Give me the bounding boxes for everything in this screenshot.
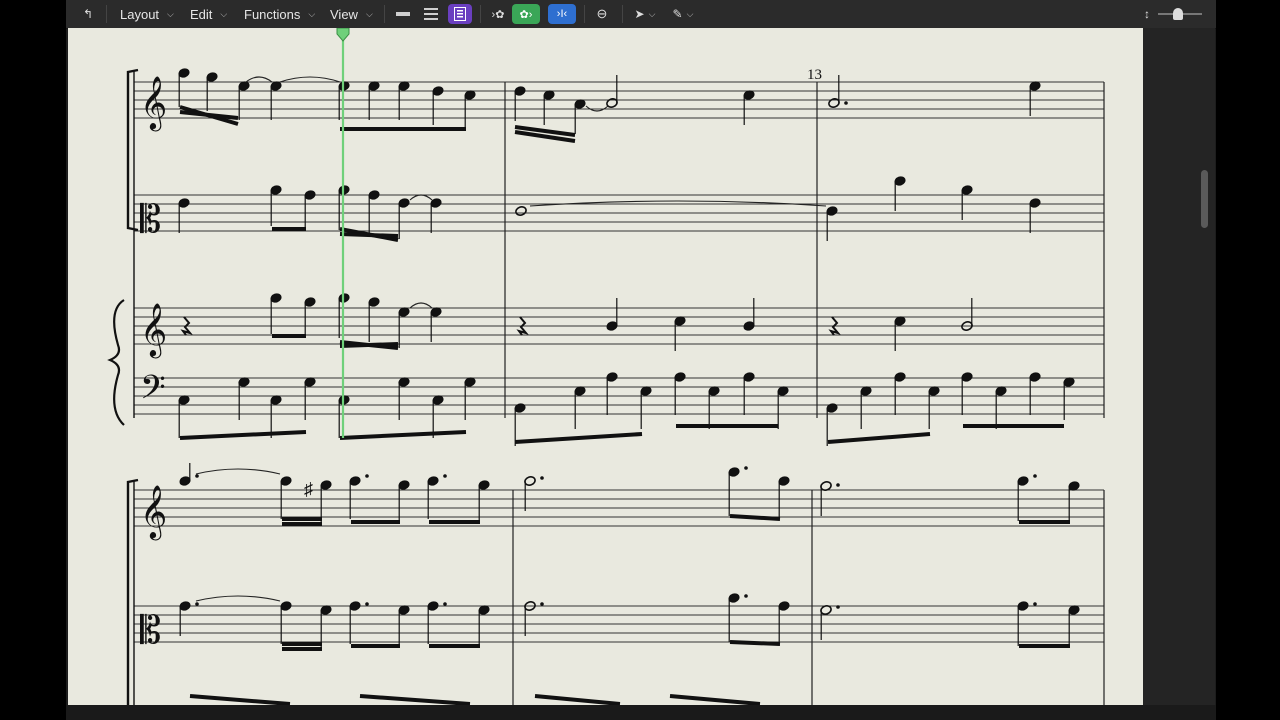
beam xyxy=(189,694,291,705)
toolbar-divider xyxy=(106,5,107,23)
colors-button[interactable]: ✿› xyxy=(512,4,540,24)
vertical-zoom-icon: ↕ xyxy=(1144,7,1150,21)
system-bracket xyxy=(126,68,139,232)
sharp-accidental: ♯ xyxy=(304,479,313,499)
augmentation-dot xyxy=(365,602,369,606)
measure-number-13: 13 xyxy=(807,67,822,83)
piano-brace xyxy=(107,299,125,426)
beam xyxy=(339,342,399,348)
bass-clef: 𝄢 xyxy=(140,369,166,414)
vertical-scrollbar[interactable] xyxy=(1201,170,1208,228)
zoom-slider-thumb[interactable] xyxy=(1173,8,1183,20)
arrow-up-left-icon: ↰ xyxy=(82,7,94,21)
chevron-down-icon: ⌵ xyxy=(686,8,694,19)
treble-clef: 𝄞 xyxy=(140,76,167,131)
midi-in-button[interactable]: ›✿ xyxy=(486,4,510,24)
toolbar-divider xyxy=(622,5,623,23)
treble-clef: 𝄞 xyxy=(140,303,167,358)
toolbar-divider xyxy=(584,5,585,23)
view-menu[interactable]: View ⌵ xyxy=(326,4,377,24)
staff-list-icon xyxy=(424,8,438,20)
augmentation-dot xyxy=(365,474,369,478)
edit-menu[interactable]: Edit ⌵ xyxy=(186,4,231,24)
functions-menu-label: Functions xyxy=(244,6,301,22)
augmentation-dot xyxy=(836,605,840,609)
chevron-down-icon: ⌵ xyxy=(365,8,373,19)
tie xyxy=(195,595,281,602)
chevron-down-icon: ⌵ xyxy=(648,8,656,19)
beam xyxy=(339,232,399,238)
beam xyxy=(729,640,781,646)
tie xyxy=(279,76,341,83)
pointer-tool-menu[interactable]: ➤ ⌵ xyxy=(628,4,662,24)
beam xyxy=(534,694,621,705)
single-line-view-icon xyxy=(396,12,410,16)
back-up-button[interactable]: ↰ xyxy=(74,4,102,24)
page-view-icon xyxy=(454,7,466,21)
alto-clef: 𝄡 xyxy=(140,610,161,652)
toolbar-divider xyxy=(480,5,481,23)
augmentation-dot xyxy=(1033,474,1037,478)
beam xyxy=(827,432,931,444)
beam xyxy=(339,430,467,440)
beam xyxy=(359,694,471,705)
catch-playhead-button[interactable]: ›I‹ xyxy=(548,4,576,24)
beam xyxy=(179,430,307,440)
pointer-tool-icon: ➤ xyxy=(634,7,645,21)
augmentation-dot xyxy=(836,483,840,487)
augmentation-dot xyxy=(540,602,544,606)
augmentation-dot xyxy=(195,474,199,478)
beam xyxy=(729,514,781,521)
layout-menu-label: Layout xyxy=(120,6,160,22)
page-view-button[interactable] xyxy=(448,4,472,24)
bottom-bar xyxy=(66,705,1216,720)
playhead-handle xyxy=(336,28,350,42)
augmentation-dot xyxy=(744,594,748,598)
midi-in-icon: ›✿ xyxy=(491,8,505,21)
chevron-down-icon: ⌵ xyxy=(220,8,228,19)
beam xyxy=(514,432,643,444)
tie xyxy=(245,76,273,83)
edit-menu-label: Edit xyxy=(190,6,213,22)
augmentation-dot xyxy=(744,466,748,470)
chevron-down-icon: ⌵ xyxy=(167,8,174,19)
colors-icon: ✿› xyxy=(519,8,533,21)
augmentation-dot xyxy=(195,602,199,606)
augmentation-dot xyxy=(443,474,447,478)
beam xyxy=(669,694,761,705)
tie xyxy=(195,468,281,475)
pencil-tool-menu[interactable]: ✎ ⌵ xyxy=(666,4,700,24)
functions-menu[interactable]: Functions ⌵ xyxy=(240,4,319,24)
score-notation: 𝄞 𝄡 𝄞 𝄢 13 𝄞 𝄡 ♯ xyxy=(107,28,1105,705)
system-bracket xyxy=(126,478,139,705)
toolbar-divider xyxy=(384,5,385,23)
tie xyxy=(409,194,433,201)
pencil-tool-icon: ✎ xyxy=(672,7,683,21)
augmentation-dot xyxy=(443,602,447,606)
treble-clef: 𝄞 xyxy=(140,485,167,540)
score-page[interactable]: 𝄞 𝄡 𝄞 𝄢 13 𝄞 𝄡 ♯ xyxy=(68,28,1143,705)
catch-playhead-icon: ›I‹ xyxy=(556,8,568,20)
right-side-panel xyxy=(1143,28,1215,705)
link-icon: ⊖ xyxy=(596,6,608,21)
alto-clef: 𝄡 xyxy=(140,199,161,241)
score-editor-toolbar: ↰ Layout ⌵ Edit ⌵ Functions ⌵ View ⌵ ›✿ ✿› ›… xyxy=(66,0,1216,29)
augmentation-dot xyxy=(540,476,544,480)
staff-list-view-button[interactable] xyxy=(420,4,442,24)
augmentation-dot xyxy=(844,101,848,105)
single-line-view-button[interactable] xyxy=(392,4,414,24)
tie xyxy=(409,302,433,309)
link-button[interactable]: ⊖ xyxy=(590,4,614,24)
zoom-slider[interactable] xyxy=(1158,8,1202,20)
chevron-down-icon: ⌵ xyxy=(308,8,316,19)
augmentation-dot xyxy=(1033,602,1037,606)
note-head xyxy=(515,206,527,216)
layout-menu[interactable]: Layout ⌵ xyxy=(116,4,178,24)
view-menu-label: View xyxy=(330,6,358,22)
vertical-zoom-button[interactable]: ↕ xyxy=(1140,4,1154,24)
